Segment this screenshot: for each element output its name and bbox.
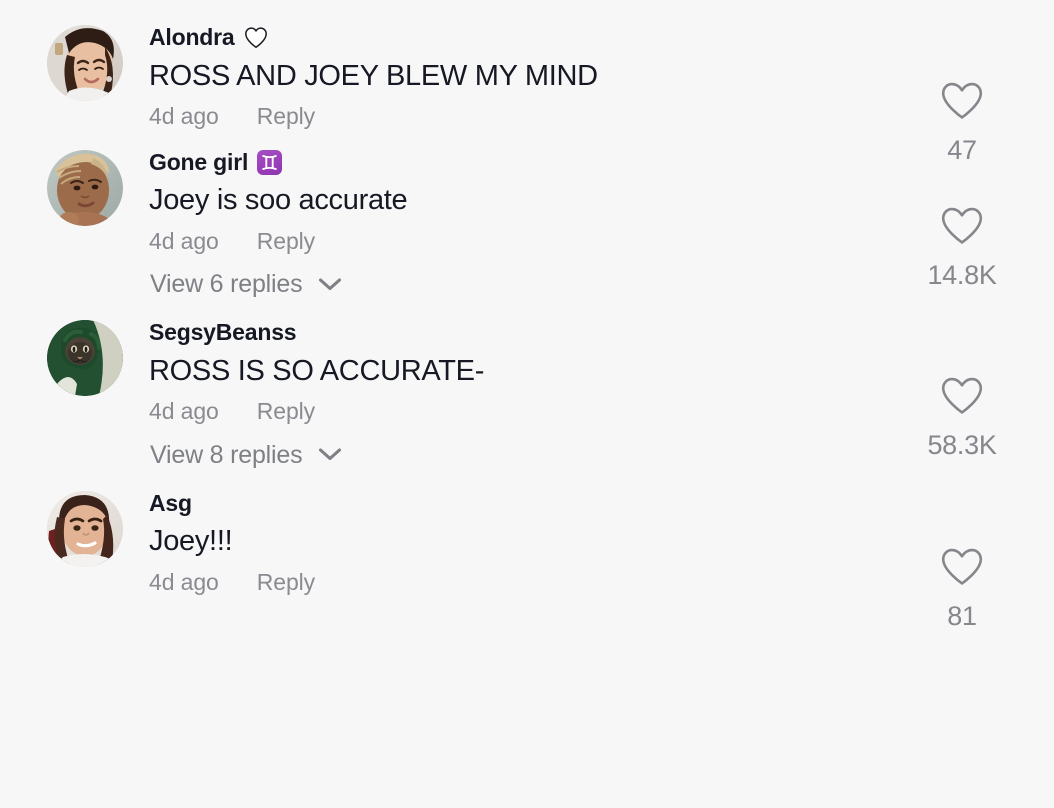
username-row: SegsyBeanss bbox=[149, 319, 1008, 347]
avatar-image-gone-girl bbox=[47, 149, 123, 226]
comment-list: Alondra ROSS AND JOEY BLEW MY MIND 4d ag… bbox=[0, 0, 1054, 629]
heart-outline-icon[interactable] bbox=[940, 547, 984, 592]
like-count: 58.3K bbox=[927, 430, 997, 461]
comment-text: Joey!!! bbox=[149, 525, 233, 558]
view-replies-label: View 6 replies bbox=[150, 270, 303, 299]
avatar[interactable] bbox=[47, 490, 123, 567]
avatar-image-asg bbox=[47, 490, 123, 567]
heart-outline-icon[interactable] bbox=[940, 206, 984, 251]
comment-meta: 4d ago Reply bbox=[149, 103, 1008, 131]
comment-body: Gone girl Joey is soo accurate 4d ago Re… bbox=[149, 149, 1008, 256]
avatar-image-segsybeanss bbox=[47, 320, 123, 397]
username[interactable]: Gone girl bbox=[149, 149, 248, 177]
comment-body: Alondra ROSS AND JOEY BLEW MY MIND 4d ag… bbox=[149, 24, 1008, 131]
chevron-down-icon[interactable] bbox=[318, 447, 342, 462]
view-replies-button[interactable]: View 8 replies bbox=[0, 440, 1054, 470]
comment-body: SegsyBeanss ROSS IS SO ACCURATE- 4d ago … bbox=[149, 319, 1008, 426]
comment-text: Joey is soo accurate bbox=[149, 184, 408, 217]
comment-timestamp: 4d ago bbox=[149, 568, 219, 595]
username-row: Alondra bbox=[149, 24, 1008, 52]
comment-item: SegsyBeanss ROSS IS SO ACCURATE- 4d ago … bbox=[0, 319, 1054, 459]
comment-timestamp: 4d ago bbox=[149, 227, 219, 254]
avatar[interactable] bbox=[47, 320, 123, 397]
reply-button[interactable]: Reply bbox=[257, 103, 315, 131]
comment-body: Asg Joey!!! 4d ago Reply bbox=[149, 490, 1008, 597]
username-row: Asg bbox=[149, 490, 1008, 518]
like-count: 14.8K bbox=[927, 259, 997, 290]
heart-outline-icon[interactable] bbox=[940, 81, 984, 126]
avatar[interactable] bbox=[47, 149, 123, 226]
heart-outline-icon[interactable] bbox=[940, 376, 984, 421]
comment-item: Gone girl Joey is soo accurate 4d ago Re… bbox=[0, 149, 1054, 288]
chevron-down-icon[interactable] bbox=[318, 277, 342, 292]
gemini-zodiac-glyph bbox=[257, 149, 283, 175]
avatar-image-alondra bbox=[47, 25, 123, 101]
username[interactable]: SegsyBeanss bbox=[149, 319, 297, 347]
comment-item: Alondra ROSS AND JOEY BLEW MY MIND 4d ag… bbox=[0, 24, 1054, 164]
comment-meta: 4d ago Reply bbox=[149, 228, 1008, 256]
username[interactable]: Asg bbox=[149, 490, 192, 518]
username[interactable]: Alondra bbox=[149, 24, 235, 52]
comment-timestamp: 4d ago bbox=[149, 102, 219, 129]
reply-button[interactable]: Reply bbox=[257, 398, 315, 426]
username-row: Gone girl bbox=[149, 149, 1008, 177]
comment-item: Asg Joey!!! 4d ago Reply 81 bbox=[0, 490, 1054, 629]
avatar[interactable] bbox=[47, 25, 123, 101]
comment-timestamp: 4d ago bbox=[149, 398, 219, 425]
comment-meta: 4d ago Reply bbox=[149, 569, 1008, 597]
like-button[interactable]: 81 bbox=[916, 547, 1008, 630]
comment-text: ROSS IS SO ACCURATE- bbox=[149, 354, 485, 387]
reply-button[interactable]: Reply bbox=[257, 569, 315, 597]
white-heart-emoji bbox=[244, 26, 268, 49]
gemini-emoji bbox=[257, 149, 283, 175]
like-button[interactable]: 14.8K bbox=[916, 206, 1008, 289]
comment-meta: 4d ago Reply bbox=[149, 398, 1008, 426]
reply-button[interactable]: Reply bbox=[257, 228, 315, 256]
view-replies-label: View 8 replies bbox=[150, 440, 303, 469]
comment-text: ROSS AND JOEY BLEW MY MIND bbox=[149, 59, 598, 92]
view-replies-button[interactable]: View 6 replies bbox=[0, 269, 1054, 299]
like-count: 81 bbox=[947, 600, 977, 631]
like-button[interactable]: 58.3K bbox=[916, 376, 1008, 459]
